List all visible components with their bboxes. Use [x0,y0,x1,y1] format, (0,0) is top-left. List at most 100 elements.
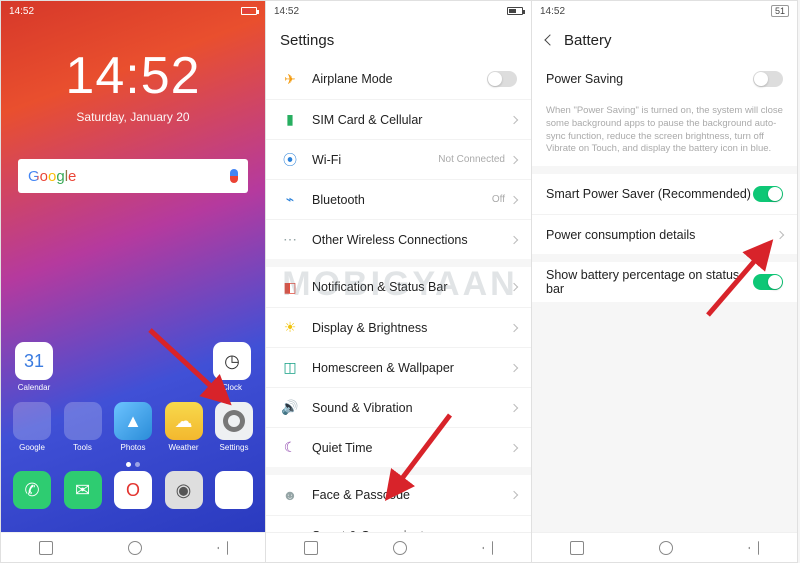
calendar-icon: 31 [15,342,53,380]
row-label: Wi-Fi [312,153,438,167]
nav-back[interactable] [482,541,493,555]
row-label: Face & Passcode [312,488,511,502]
status-bar: 14:52 51 [532,1,797,21]
row-label: Sound & Vibration [312,401,511,415]
row-label: Airplane Mode [312,72,487,86]
playstore-icon: ▶ [215,471,253,509]
opera-icon: O [114,471,152,509]
nav-home[interactable] [659,541,673,555]
nav-recents[interactable] [39,541,53,555]
chevron-right-icon [510,363,518,371]
row-smart-saver[interactable]: Smart Power Saver (Recommended) [532,174,797,214]
row-homescreen-wallpaper[interactable]: ◫Homescreen & Wallpaper [266,347,531,387]
page-header: Battery [532,21,797,59]
toggle-show-percentage[interactable] [753,274,783,290]
row-display-brightness[interactable]: ☀Display & Brightness [266,307,531,347]
google-logo: Google [28,168,76,185]
row-show-percentage[interactable]: Show battery percentage on status bar [532,262,797,302]
chevron-right-icon [510,403,518,411]
row-status: Off [492,194,505,205]
row-face-passcode[interactable]: ☻ Face & Passcode [266,475,531,515]
row-sim-card-cellular[interactable]: ▮ SIM Card & Cellular [266,99,531,139]
status-time: 14:52 [274,6,299,17]
row-consumption[interactable]: Power consumption details [532,214,797,254]
phone-settings: 14:52 Settings ✈ Airplane Mode ▮ SIM Card &… [266,0,532,563]
row-smart-convenient[interactable]: ☺Smart & Convenient [266,515,531,532]
camera-icon: ◉ [165,471,203,509]
nav-bar [1,532,265,562]
phone-battery: 14:52 51 Battery Power Saving When "Powe… [532,0,798,563]
clock-date: Saturday, January 20 [76,110,189,124]
app-folder-tools[interactable]: Tools [62,402,104,452]
toggle-power-saving[interactable] [753,71,783,87]
app-photos[interactable]: ▲Photos [112,402,154,452]
chevron-right-icon [510,443,518,451]
chevron-right-icon [510,155,518,163]
chevron-right-icon [510,115,518,123]
airplane-icon: ✈ [280,69,300,89]
app-messages[interactable]: ✉ [62,471,104,512]
row-label: Other Wireless Connections [312,233,511,247]
display-icon: ☀ [280,318,300,338]
messages-icon: ✉ [64,471,102,509]
nav-back[interactable] [748,541,759,555]
clock-icon: ◷ [213,342,251,380]
chevron-right-icon [510,323,518,331]
row-sound-vibration[interactable]: 🔊 Sound & Vibration [266,387,531,427]
row-label: Notification & Status Bar [312,280,511,294]
chevron-right-icon [510,235,518,243]
app-phone[interactable]: ✆ [11,471,53,512]
app-settings[interactable]: Settings [213,402,255,452]
row-notification-status-bar[interactable]: ◧Notification & Status Bar [266,267,531,307]
battery-icon [241,7,257,15]
sim-icon: ▮ [280,110,300,130]
row-other-wireless-connections[interactable]: ⋯ Other Wireless Connections [266,219,531,259]
face-icon: ☻ [280,485,300,505]
toggle[interactable] [487,71,517,87]
app-opera[interactable]: O [112,471,154,512]
chevron-right-icon [776,231,784,239]
app-folder-google[interactable]: Google [11,402,53,452]
power-saving-desc: When "Power Saving" is turned on, the sy… [532,99,797,166]
weather-icon: ☁ [165,402,203,440]
nav-bar [532,532,797,562]
app-weather[interactable]: ☁Weather [163,402,205,452]
app-clock[interactable]: ◷ Clock [211,342,253,392]
row-label: Quiet Time [312,441,511,455]
app-camera[interactable]: ◉ [163,471,205,512]
folder-icon [13,402,51,440]
row-airplane-mode[interactable]: ✈ Airplane Mode [266,59,531,99]
row-quiet-time[interactable]: ☾Quiet Time [266,427,531,467]
page-title: Battery [564,32,612,49]
chevron-right-icon [510,283,518,291]
settings-list: ✈ Airplane Mode ▮ SIM Card & Cellular ⦿Wi-Fi… [266,59,531,532]
status-time: 14:52 [540,6,565,17]
row-wi-fi[interactable]: ⦿Wi-FiNot Connected [266,139,531,179]
sound-icon: 🔊 [280,398,300,418]
wallpaper-icon: ◫ [280,358,300,378]
settings-icon [215,402,253,440]
app-calendar[interactable]: 31 Calendar [13,342,55,392]
nav-home[interactable] [128,541,142,555]
toggle-smart-saver[interactable] [753,186,783,202]
row-label: SIM Card & Cellular [312,113,511,127]
clock-time: 14:52 [65,46,200,106]
battery-percent-icon: 51 [771,5,789,17]
connections-icon: ⋯ [280,230,300,250]
battery-list: Power Saving When "Power Saving" is turn… [532,59,797,532]
chevron-right-icon [510,195,518,203]
google-search-bar[interactable]: Google [18,159,248,193]
nav-back[interactable] [217,541,228,555]
home-dock: 31 Calendar ◷ Clock Google Tools ▲Photos… [1,334,265,532]
nav-recents[interactable] [570,541,584,555]
page-title: Settings [266,21,531,59]
status-bar: 14:52 [1,1,265,21]
row-bluetooth[interactable]: ⌁BluetoothOff [266,179,531,219]
app-playstore[interactable]: ▶ [213,471,255,512]
bluetooth-icon: ⌁ [280,190,300,210]
mic-icon[interactable] [230,169,238,183]
nav-home[interactable] [393,541,407,555]
nav-recents[interactable] [304,541,318,555]
back-icon[interactable] [544,34,555,45]
row-power-saving[interactable]: Power Saving [532,59,797,99]
